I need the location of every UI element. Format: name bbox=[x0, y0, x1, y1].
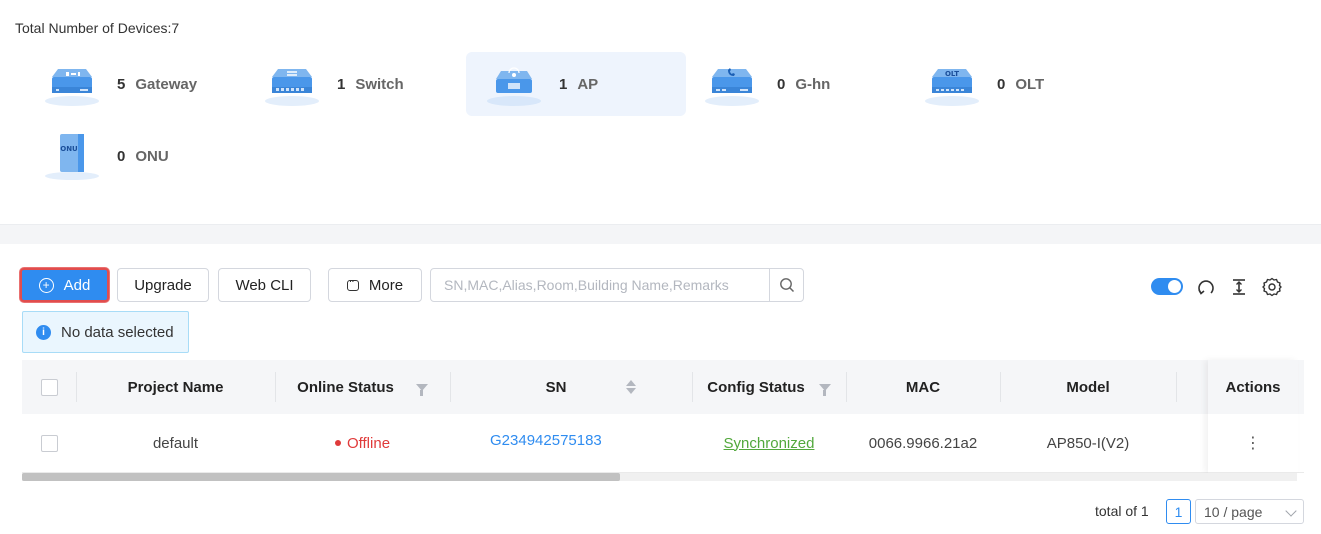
scrollbar-thumb[interactable] bbox=[22, 473, 620, 481]
add-button-label: Add bbox=[63, 276, 91, 294]
olt-icon: OLT bbox=[922, 59, 982, 109]
chevron-down-icon bbox=[1285, 505, 1297, 517]
device-card-ghn[interactable]: 0 G-hn bbox=[684, 52, 904, 116]
web-cli-button-label: Web CLI bbox=[235, 276, 294, 294]
offline-status-dot bbox=[334, 440, 341, 446]
device-label: Switch bbox=[355, 75, 404, 93]
device-count: 0 bbox=[117, 147, 126, 165]
online-status-text: Offline bbox=[346, 434, 391, 452]
refresh-icon[interactable] bbox=[1195, 276, 1217, 298]
col-config-status-label: Config Status bbox=[707, 378, 805, 396]
settings-gear-icon[interactable] bbox=[1261, 276, 1283, 298]
add-circle-icon: + bbox=[38, 277, 54, 293]
onu-icon: ONU bbox=[42, 131, 102, 181]
device-count: 0 bbox=[997, 75, 1006, 93]
select-all-checkbox[interactable] bbox=[40, 378, 58, 396]
col-mac[interactable]: MAC bbox=[846, 360, 1000, 414]
more-button[interactable]: More bbox=[328, 268, 422, 302]
filter-icon[interactable] bbox=[415, 383, 428, 396]
config-status-link[interactable]: Synchronized bbox=[724, 435, 815, 452]
device-count: 0 bbox=[777, 75, 786, 93]
actions-column-shadow bbox=[1208, 360, 1298, 473]
device-label: OLT bbox=[1015, 75, 1045, 93]
cell-config-status: Synchronized bbox=[692, 414, 846, 472]
row-checkbox[interactable] bbox=[40, 434, 58, 452]
sn-link[interactable]: G234942575183 bbox=[490, 432, 602, 449]
cell-sn: G234942575183 bbox=[450, 414, 692, 472]
col-config-status[interactable]: Config Status bbox=[692, 360, 846, 414]
row-height-icon[interactable] bbox=[1228, 276, 1250, 298]
device-card-gateway[interactable]: 5 Gateway bbox=[24, 52, 244, 116]
device-card-ap[interactable]: 1 AP bbox=[466, 52, 686, 116]
selection-notice: i No data selected bbox=[22, 311, 189, 353]
view-toggle-switch[interactable] bbox=[1151, 278, 1183, 295]
device-card-onu[interactable]: ONU 0 ONU bbox=[24, 124, 244, 188]
device-table: Project Name Online Status SN Config Sta… bbox=[22, 360, 1304, 473]
device-label: G-hn bbox=[795, 75, 831, 93]
search-input[interactable] bbox=[431, 269, 769, 301]
device-count: 1 bbox=[337, 75, 346, 93]
col-model[interactable]: Model bbox=[1000, 360, 1176, 414]
cell-mac: 0066.9966.21a2 bbox=[868, 434, 978, 452]
device-card-olt[interactable]: OLT 0 OLT bbox=[904, 52, 1124, 116]
pagination-total: total of 1 bbox=[1095, 503, 1149, 519]
device-card-switch[interactable]: 1 Switch bbox=[244, 52, 464, 116]
page-button-1[interactable]: 1 bbox=[1166, 499, 1191, 524]
select-all-cell bbox=[22, 360, 76, 414]
section-divider bbox=[0, 224, 1321, 244]
search-button[interactable] bbox=[769, 269, 803, 301]
device-count: 5 bbox=[117, 75, 126, 93]
table-header: Project Name Online Status SN Config Sta… bbox=[22, 360, 1304, 414]
device-label: Gateway bbox=[135, 75, 198, 93]
more-button-label: More bbox=[368, 276, 404, 294]
col-online-status[interactable]: Online Status bbox=[275, 360, 450, 414]
device-label: ONU bbox=[135, 147, 169, 165]
row-select-cell bbox=[22, 414, 76, 472]
add-button[interactable]: + Add bbox=[20, 268, 109, 302]
filter-icon[interactable] bbox=[818, 383, 831, 396]
upgrade-button-label: Upgrade bbox=[134, 276, 192, 294]
cell-project-name: default bbox=[152, 434, 199, 452]
table-row[interactable]: default Offline G234942575183 Synchroniz… bbox=[22, 414, 1304, 473]
info-icon: i bbox=[36, 324, 51, 340]
horizontal-scrollbar[interactable] bbox=[22, 473, 1297, 481]
more-icon bbox=[346, 276, 359, 291]
page-size-select[interactable]: 10 / page bbox=[1195, 499, 1304, 524]
ap-icon bbox=[484, 59, 544, 109]
cell-model: AP850-I(V2) bbox=[1046, 434, 1130, 452]
cell-online-status: Offline bbox=[275, 414, 450, 472]
device-count: 1 bbox=[559, 75, 568, 93]
col-sn[interactable]: SN bbox=[450, 360, 692, 414]
gateway-icon bbox=[42, 59, 102, 109]
search-box bbox=[430, 268, 804, 302]
switch-icon bbox=[262, 59, 322, 109]
col-online-status-label: Online Status bbox=[297, 378, 394, 396]
device-label: AP bbox=[577, 75, 599, 93]
olt-icon-text: OLT bbox=[945, 70, 959, 78]
col-sn-label: SN bbox=[545, 378, 567, 396]
col-project-name[interactable]: Project Name bbox=[76, 360, 275, 414]
ghn-icon bbox=[702, 59, 762, 109]
search-icon bbox=[779, 278, 794, 293]
selection-notice-text: No data selected bbox=[61, 323, 174, 341]
sort-icon[interactable] bbox=[626, 380, 637, 394]
upgrade-button[interactable]: Upgrade bbox=[117, 268, 209, 302]
page-size-value: 10 / page bbox=[1204, 503, 1263, 520]
onu-icon-text: ONU bbox=[60, 145, 78, 153]
web-cli-button[interactable]: Web CLI bbox=[218, 268, 311, 302]
total-devices-label: Total Number of Devices:7 bbox=[15, 20, 180, 36]
